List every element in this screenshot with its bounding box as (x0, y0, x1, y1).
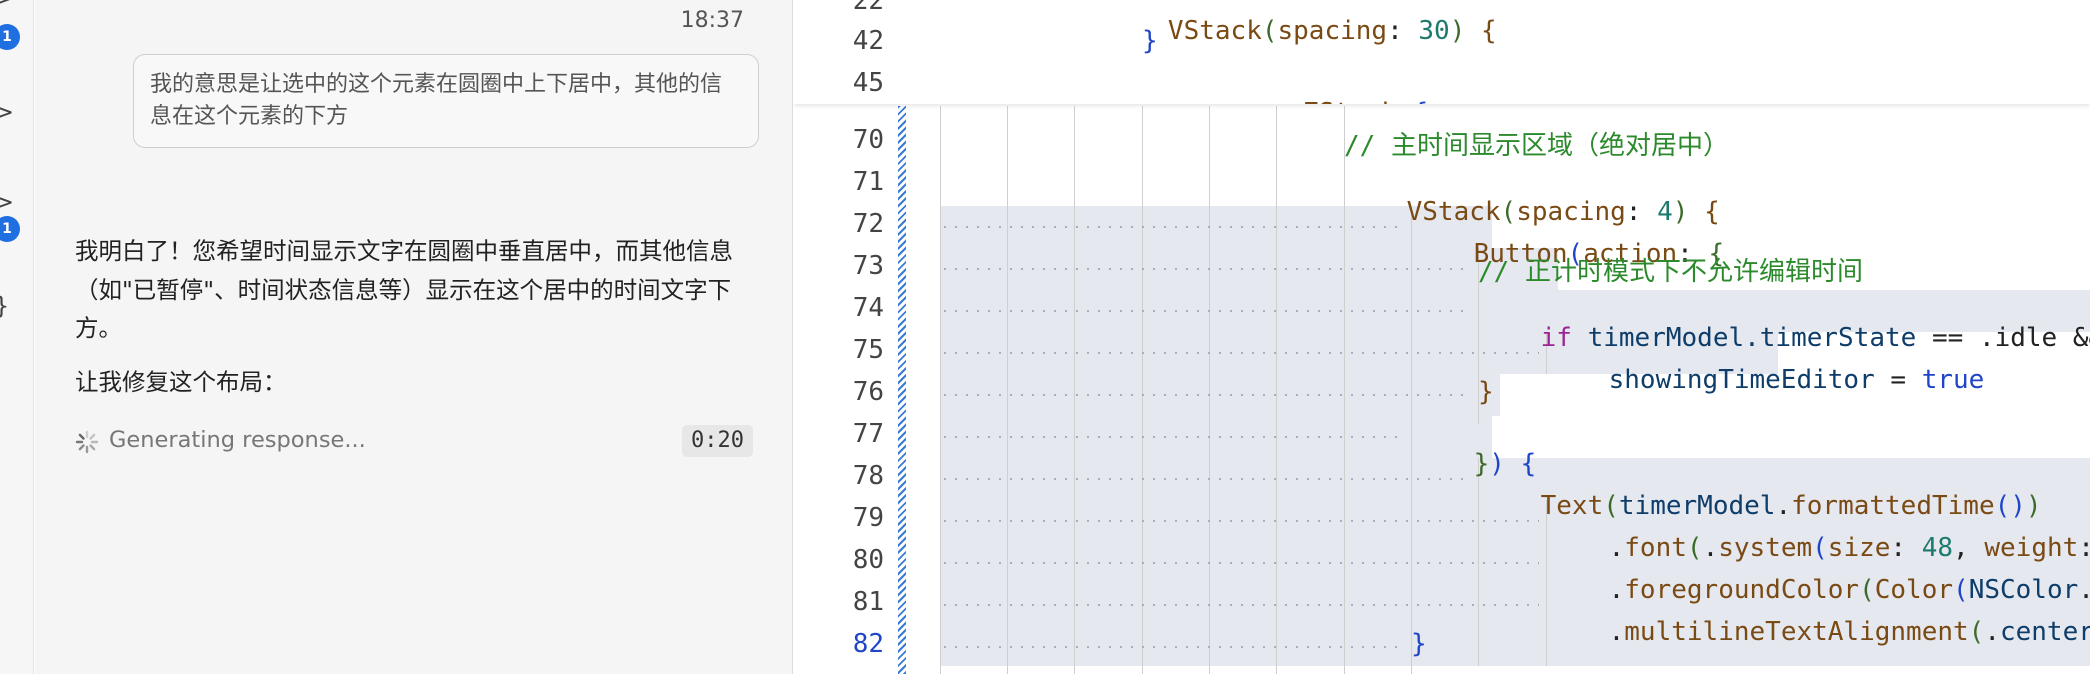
user-message-bubble[interactable]: 我的意思是让选中的这个元素在圆圈中上下居中，其他的信息在这个元素的下方 (133, 54, 759, 148)
whitespace-marker (944, 310, 1472, 312)
chevron-right-icon[interactable]: > (0, 0, 14, 12)
activity-strip: > 1 > > 1 } (0, 0, 34, 674)
line-number: 73 (852, 251, 884, 281)
whitespace-marker (944, 646, 1404, 648)
code-line[interactable]: } (1478, 377, 1494, 407)
chevron-right-icon[interactable]: > (0, 188, 14, 216)
git-change-indicator[interactable] (898, 106, 906, 674)
sticky-line[interactable]: VStack(spacing: 30) { (1074, 0, 1497, 76)
whitespace-marker (944, 478, 1472, 480)
sticky-line[interactable]: } (1142, 26, 1158, 56)
sticky-scroll-header[interactable]: 22 VStack(spacing: 30) { 42 } 45 ZStack … (794, 0, 2090, 104)
code-line[interactable]: .multilineTextAlignment(.center) (1546, 587, 2090, 674)
whitespace-marker (944, 394, 1472, 396)
generating-label: Generating response... (109, 427, 366, 453)
indent-guide (1209, 106, 1210, 674)
line-number-current: 82 (852, 629, 884, 659)
line-number: 78 (852, 461, 884, 491)
code-line[interactable]: } (1411, 629, 1427, 659)
code-line[interactable]: // 正计时模式下不允许编辑时间 (1478, 251, 1863, 288)
indent-guide (940, 106, 941, 674)
line-number: 70 (852, 125, 884, 155)
elapsed-timer: 0:20 (682, 425, 753, 457)
user-message-text: 我的意思是让选中的这个元素在圆圈中上下居中，其他的信息在这个元素的下方 (150, 72, 723, 129)
spinner-icon (75, 430, 99, 454)
line-number: 42 (852, 26, 884, 56)
line-number: 79 (852, 503, 884, 533)
generating-status: Generating response... 0:20 (75, 425, 753, 459)
whitespace-marker (944, 436, 1404, 438)
sticky-line[interactable]: ZStack { (1209, 68, 1428, 104)
line-number: 74 (852, 293, 884, 323)
assistant-followup: 让我修复这个布局： (75, 368, 287, 396)
notification-badge[interactable]: 1 (0, 24, 20, 50)
whitespace-marker (944, 226, 1404, 228)
brace-icon: } (0, 292, 9, 320)
line-number: 76 (852, 377, 884, 407)
line-number: 45 (852, 68, 884, 98)
whitespace-marker (944, 352, 1539, 354)
code-line[interactable]: showingTimeEditor = true (1546, 335, 1985, 425)
indent-guide (1007, 106, 1008, 674)
line-number: 72 (852, 209, 884, 239)
message-timestamp: 18:37 (680, 8, 744, 33)
whitespace-marker (944, 604, 1539, 606)
line-number: 77 (852, 419, 884, 449)
indent-guide (1074, 106, 1075, 674)
chevron-right-icon[interactable]: > (0, 98, 14, 126)
line-number: 71 (852, 167, 884, 197)
indent-guide (1142, 106, 1143, 674)
line-number: 22 (852, 0, 884, 16)
chat-panel: 18:37 我的意思是让选中的这个元素在圆圈中上下居中，其他的信息在这个元素的下… (35, 0, 793, 674)
whitespace-marker (944, 268, 1472, 270)
code-line[interactable]: // 主时间显示区域（绝对居中） (1344, 125, 1729, 162)
code-editor[interactable]: 22 VStack(spacing: 30) { 42 } 45 ZStack … (794, 0, 2090, 674)
line-number: 81 (852, 587, 884, 617)
whitespace-marker (944, 520, 1539, 522)
indent-guide (1276, 106, 1277, 674)
line-number: 80 (852, 545, 884, 575)
line-number: 75 (852, 335, 884, 365)
notification-badge[interactable]: 1 (0, 216, 20, 242)
assistant-message: 我明白了！您希望时间显示文字在圆圈中垂直居中，而其他信息（如"已暂停"、时间状态… (75, 237, 733, 342)
whitespace-marker (944, 562, 1539, 564)
